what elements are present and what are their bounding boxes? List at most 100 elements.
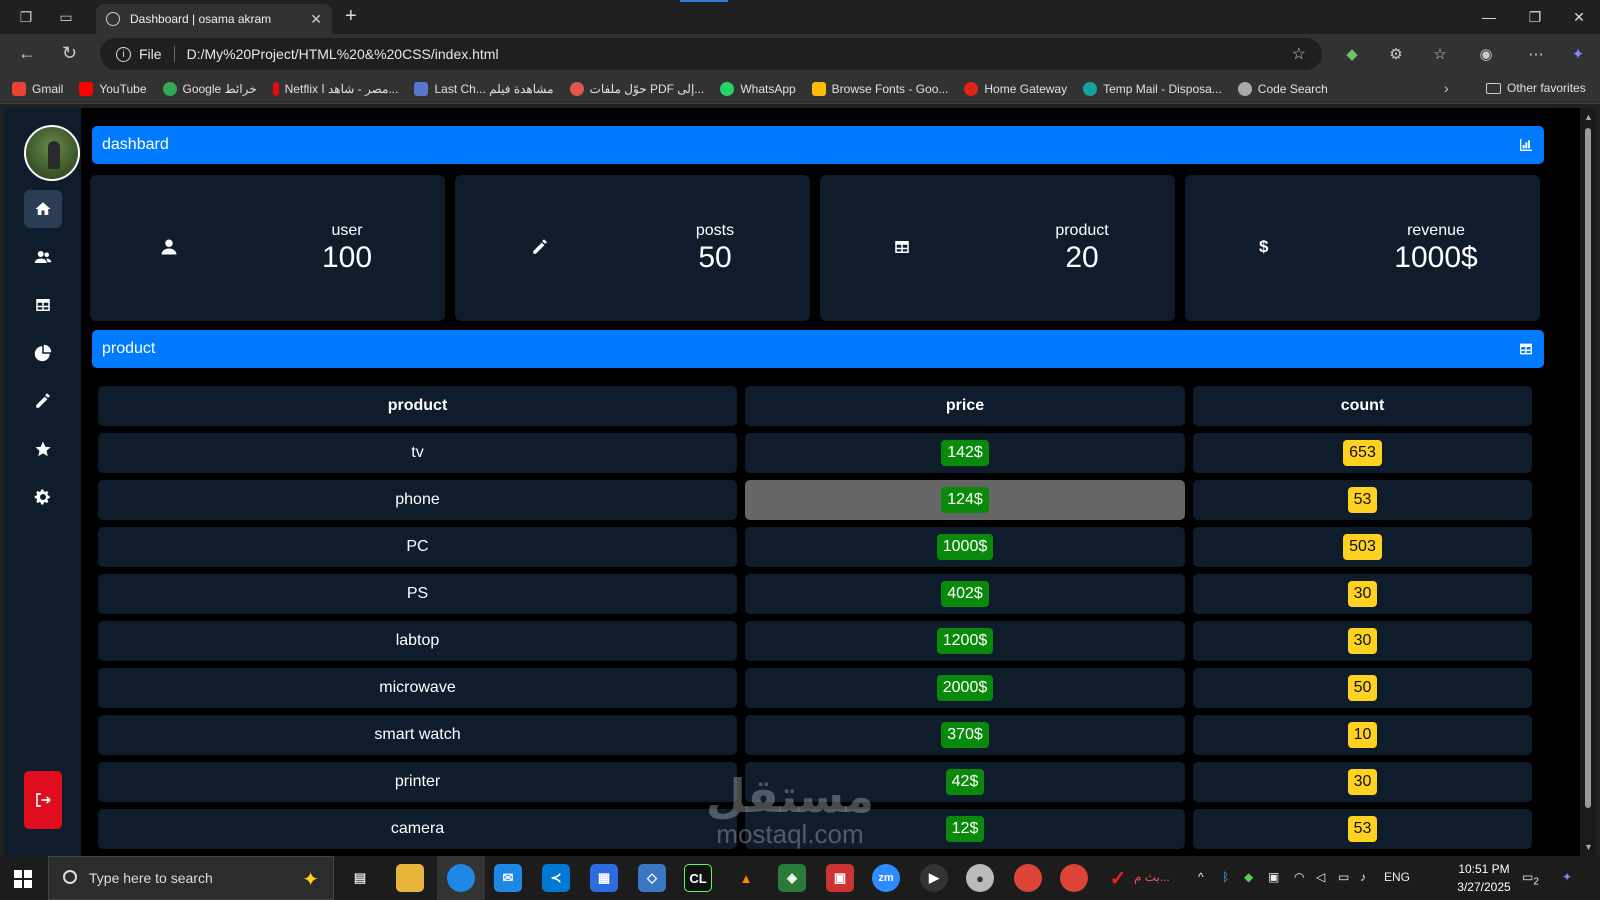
sidebar-item-table[interactable]: [24, 286, 62, 324]
bar-chart-icon[interactable]: [1518, 137, 1534, 153]
file-explorer-icon[interactable]: [396, 864, 424, 892]
info-icon[interactable]: i: [116, 46, 131, 62]
table-row[interactable]: labtop 1200$ 30: [98, 621, 1534, 661]
battery-icon[interactable]: ▭: [1338, 870, 1349, 884]
meet-icon[interactable]: ▣: [1268, 870, 1279, 884]
bookmark-movie[interactable]: Last Ch... مشاهدة فيلم: [414, 81, 554, 96]
bookmark-pdf[interactable]: حوّل ملفات PDF إلى...: [569, 81, 704, 96]
vscode-icon[interactable]: ≺: [542, 864, 570, 892]
edge-icon[interactable]: [447, 864, 475, 892]
bookmark-google-fonts[interactable]: Browse Fonts - Goo...: [811, 81, 948, 96]
users-icon: [34, 251, 52, 263]
table-row[interactable]: microwave 2000$ 50: [98, 668, 1534, 708]
bookmark-google-maps[interactable]: Google خرائط: [162, 81, 257, 96]
url-text[interactable]: D:/My%20Project/HTML%20&%20CSS/index.htm…: [187, 46, 499, 62]
app-icon[interactable]: ◈: [778, 864, 806, 892]
address-bar[interactable]: i File D:/My%20Project/HTML%20&%20CSS/in…: [100, 38, 1322, 70]
count-badge: 30: [1347, 581, 1378, 607]
sidebar-item-charts[interactable]: [24, 334, 62, 372]
tab-actions-icon[interactable]: ▭: [56, 7, 76, 27]
close-window-button[interactable]: ✕: [1556, 0, 1600, 34]
other-favorites[interactable]: Other favorites: [1486, 81, 1586, 95]
avatar[interactable]: [24, 125, 80, 181]
new-tab-button[interactable]: +: [345, 5, 357, 28]
more-menu-icon[interactable]: ⋯: [1524, 42, 1548, 66]
volume-icon[interactable]: ◁: [1316, 870, 1325, 884]
back-icon[interactable]: ←: [18, 43, 36, 64]
restore-button[interactable]: ❐: [1512, 0, 1558, 34]
copilot-icon[interactable]: ✦: [1562, 870, 1572, 884]
bookmark-youtube[interactable]: YouTube: [79, 81, 147, 96]
chrome-icon[interactable]: [1014, 864, 1042, 892]
movie-site-icon: [414, 81, 429, 96]
favorites-icon[interactable]: ☆: [1428, 42, 1452, 66]
workspaces-icon[interactable]: ❐: [16, 7, 36, 27]
zoom-icon[interactable]: zm: [872, 864, 900, 892]
sidebar-item-favorites[interactable]: [24, 430, 62, 468]
vlc-icon[interactable]: ▲: [732, 864, 760, 892]
chrome-icon[interactable]: [1060, 864, 1088, 892]
chevron-right-icon[interactable]: ›: [1444, 80, 1449, 96]
sidebar-item-users[interactable]: [24, 238, 62, 276]
app-icon[interactable]: ✓: [1104, 864, 1132, 892]
extension-icon[interactable]: ◆: [1340, 42, 1364, 66]
app-icon[interactable]: ▣: [826, 864, 854, 892]
sidebar-item-posts[interactable]: [24, 382, 62, 420]
favorite-star-icon[interactable]: ☆: [1292, 44, 1306, 64]
browser-tab[interactable]: Dashboard | osama akram ✕: [96, 4, 332, 34]
scrollbar-thumb[interactable]: [1585, 128, 1591, 808]
chevron-up-icon[interactable]: ^: [1198, 870, 1204, 884]
bluetooth-icon[interactable]: ᛒ: [1222, 870, 1229, 884]
stat-value: 1000$: [1394, 241, 1478, 274]
clock[interactable]: 10:51 PM 3/27/2025: [1444, 860, 1524, 896]
table-icon[interactable]: [1518, 341, 1534, 357]
price-cell: 2000$: [745, 668, 1185, 708]
bookmark-gmail[interactable]: Gmail: [12, 81, 63, 96]
app-icon[interactable]: ◇: [638, 864, 666, 892]
table-row[interactable]: PS 402$ 30: [98, 574, 1534, 614]
close-tab-icon[interactable]: ✕: [310, 11, 322, 28]
scroll-up-icon[interactable]: ▲: [1584, 112, 1593, 122]
table-row[interactable]: tv 142$ 653: [98, 433, 1534, 473]
extensions-puzzle-icon[interactable]: ⚙: [1384, 42, 1408, 66]
disc-icon[interactable]: ●: [966, 864, 994, 892]
table-row[interactable]: smart watch 370$ 10: [98, 715, 1534, 755]
microphone-icon[interactable]: ♪: [1360, 870, 1366, 884]
sidebar-item-settings[interactable]: [24, 478, 62, 516]
table-row[interactable]: camera 12$ 53: [98, 809, 1534, 849]
bookmark-temp-mail[interactable]: Temp Mail - Disposa...: [1083, 81, 1222, 96]
sidebar-item-home[interactable]: [24, 190, 62, 228]
table-icon: [36, 299, 50, 311]
minimize-button[interactable]: —: [1466, 0, 1512, 34]
store-icon[interactable]: ▦: [590, 864, 618, 892]
media-player-icon[interactable]: ▶: [920, 864, 948, 892]
windows-start-button[interactable]: [14, 870, 32, 888]
whatsapp-icon: [720, 81, 735, 96]
taskbar-search[interactable]: Type here to search ✦: [48, 856, 334, 900]
task-view-icon[interactable]: ▤: [346, 864, 374, 892]
profile-avatar-icon[interactable]: ◉: [1474, 42, 1498, 66]
stat-card-products: product 20: [820, 175, 1175, 321]
clock-date: 3/27/2025: [1457, 880, 1511, 894]
table-row[interactable]: printer 42$ 30: [98, 762, 1534, 802]
logout-button[interactable]: [24, 771, 62, 829]
table-row[interactable]: PC 1000$ 503: [98, 527, 1534, 567]
price-badge: 124$: [941, 487, 989, 513]
language-indicator[interactable]: ENG: [1384, 870, 1410, 884]
notifications-icon[interactable]: ▭2: [1522, 870, 1539, 887]
wifi-icon[interactable]: ◠: [1294, 870, 1304, 884]
mail-icon[interactable]: ✉: [494, 864, 522, 892]
refresh-icon[interactable]: ↻: [62, 43, 77, 64]
bookmark-whatsapp[interactable]: WhatsApp: [720, 81, 796, 96]
page-scrollbar[interactable]: ▲ ▼: [1580, 108, 1596, 856]
app-tray-icon[interactable]: ◆: [1244, 870, 1253, 884]
table-row[interactable]: phone 124$ 53: [98, 480, 1534, 520]
bookmark-code-search[interactable]: Code Search: [1237, 81, 1328, 96]
scroll-down-icon[interactable]: ▼: [1584, 842, 1593, 852]
bookmark-home-gateway[interactable]: Home Gateway: [964, 81, 1067, 96]
copilot-icon[interactable]: ✦: [1566, 42, 1590, 66]
product-cell: tv: [98, 433, 737, 473]
bookmark-netflix[interactable]: Netflix مصر - شاهد ا...: [272, 81, 398, 96]
live-stream-label[interactable]: بث م...: [1134, 870, 1170, 884]
clion-icon[interactable]: CL: [684, 864, 712, 892]
